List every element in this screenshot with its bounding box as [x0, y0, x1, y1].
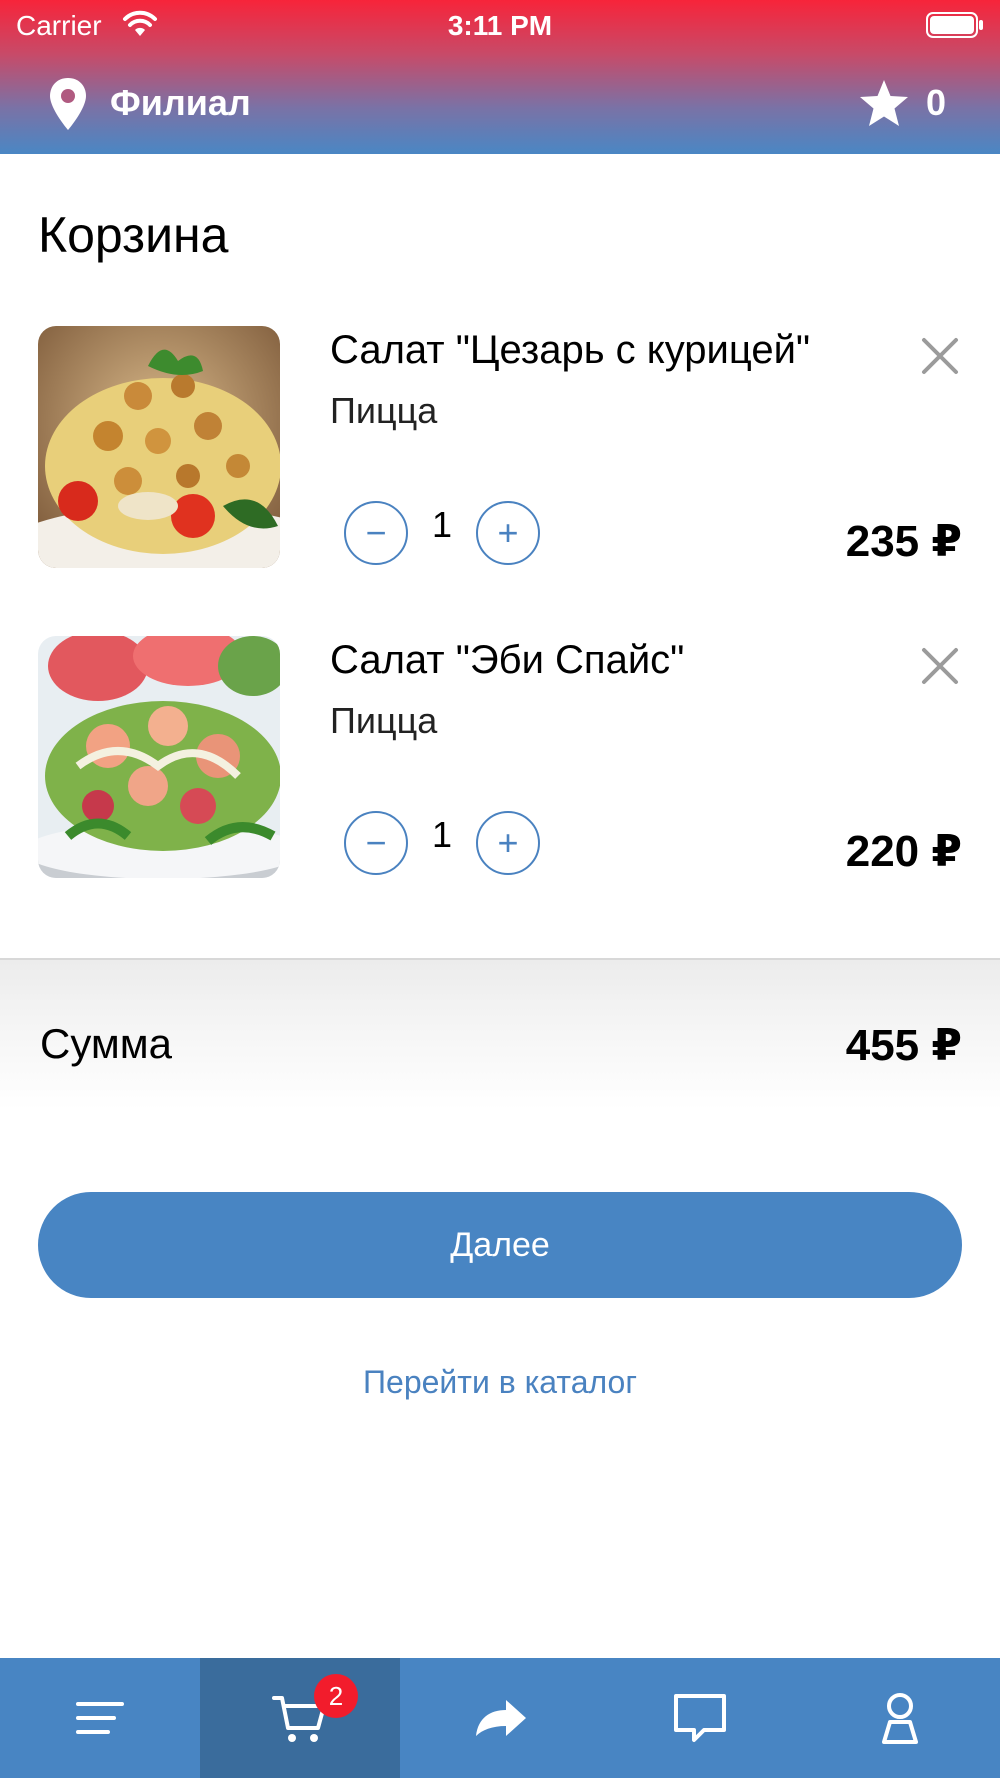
- remove-item-close-icon[interactable]: [920, 646, 960, 686]
- item-quantity: 1: [431, 504, 453, 545]
- tab-chat[interactable]: [600, 1658, 800, 1778]
- go-to-catalog-link[interactable]: Перейти в каталог: [0, 1364, 1000, 1401]
- cart-count-badge: 2: [314, 1674, 358, 1718]
- item-price: 220 ₽: [845, 827, 962, 876]
- status-time: 3:11 PM: [447, 10, 553, 41]
- item-name: Салат "Эби Спайс": [330, 638, 685, 682]
- increase-quantity-button[interactable]: +: [476, 811, 540, 875]
- item-price: 235 ₽: [845, 517, 962, 566]
- share-icon: [476, 1700, 526, 1736]
- tab-bar: 2: [0, 1658, 1000, 1778]
- favorites-count: 0: [926, 82, 947, 123]
- cart-item: Салат "Цезарь с курицей" Пицца − 1 + 235…: [0, 326, 1000, 570]
- favorites-star-icon[interactable]: [858, 78, 910, 128]
- status-bar: Carrier 3:11 PM: [0, 0, 1000, 50]
- next-button[interactable]: Далее: [38, 1192, 962, 1298]
- summary-total: 455 ₽: [845, 1021, 962, 1070]
- tab-cart[interactable]: 2: [200, 1658, 400, 1778]
- decrease-quantity-button[interactable]: −: [344, 501, 408, 565]
- branch-selector[interactable]: Филиал: [110, 82, 251, 124]
- battery-icon: [926, 12, 983, 38]
- menu-icon: [76, 1702, 124, 1734]
- shrimp-salad-image: [38, 636, 280, 878]
- item-category: Пицца: [330, 700, 438, 741]
- summary-label: Сумма: [40, 1020, 172, 1067]
- summary-panel: Сумма 455 ₽: [0, 960, 1000, 1110]
- item-name: Салат "Цезарь с курицей": [330, 328, 811, 372]
- location-pin-icon[interactable]: [48, 76, 88, 132]
- item-category: Пицца: [330, 390, 438, 431]
- tab-menu[interactable]: [0, 1658, 200, 1778]
- page-title: Корзина: [38, 207, 229, 263]
- profile-icon: [882, 1693, 918, 1744]
- item-quantity: 1: [431, 814, 453, 855]
- caesar-salad-image: [38, 326, 280, 568]
- decrease-quantity-button[interactable]: −: [344, 811, 408, 875]
- increase-quantity-button[interactable]: +: [476, 501, 540, 565]
- nav-bar: Филиал 0: [0, 60, 1000, 154]
- remove-item-close-icon[interactable]: [920, 336, 960, 376]
- cart-item: Салат "Эби Спайс" Пицца − 1 + 220 ₽: [0, 636, 1000, 880]
- chat-icon: [674, 1694, 726, 1742]
- app-header: Carrier 3:11 PM Филиал 0: [0, 0, 1000, 154]
- tab-share[interactable]: [400, 1658, 600, 1778]
- tab-profile[interactable]: [800, 1658, 1000, 1778]
